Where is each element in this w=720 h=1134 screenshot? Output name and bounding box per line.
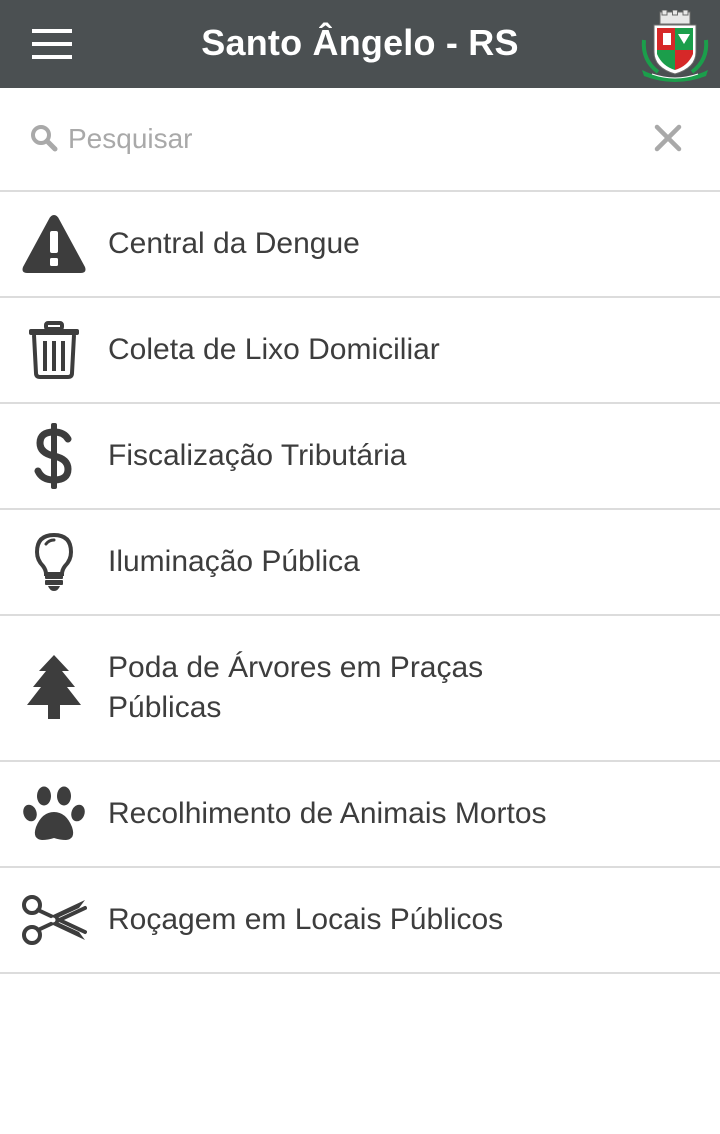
dollar-sign-icon: [18, 420, 90, 492]
list-item-central-da-dengue[interactable]: Central da Dengue: [0, 192, 720, 298]
app-screen: Santo Ângelo - RS Pesquisar Central da D…: [0, 0, 720, 1134]
list-item-fiscalizacao-tributaria[interactable]: Fiscalização Tributária: [0, 404, 720, 510]
trash-can-icon: [18, 314, 90, 386]
list-item-label: Recolhimento de Animais Mortos: [108, 797, 547, 830]
list-item-label: Coleta de Lixo Domiciliar: [108, 333, 440, 366]
list-item-label: Central da Dengue: [108, 227, 360, 260]
menu-button[interactable]: [22, 20, 82, 68]
lightbulb-icon: [18, 526, 90, 598]
search-input[interactable]: [68, 116, 608, 162]
app-header: Santo Ângelo - RS: [0, 0, 720, 88]
list-item-poda-de-arvores[interactable]: Poda de Árvores em Praças Públicas: [0, 616, 720, 762]
page-title: Santo Ângelo - RS: [201, 22, 519, 63]
close-icon[interactable]: [648, 118, 688, 158]
tree-icon: [18, 652, 90, 724]
list-item-label: Poda de Árvores em Praças Públicas: [108, 651, 484, 724]
list-item-coleta-de-lixo[interactable]: Coleta de Lixo Domiciliar: [0, 298, 720, 404]
list-item-iluminacao-publica[interactable]: Iluminação Pública: [0, 510, 720, 616]
services-list: Central da Dengue Coleta de Lixo Domicil…: [0, 192, 720, 974]
warning-triangle-icon: [18, 208, 90, 280]
list-item-recolhimento-de-animais[interactable]: Recolhimento de Animais Mortos: [0, 762, 720, 868]
paw-icon: [18, 778, 90, 850]
search-bar: [0, 88, 720, 192]
list-item-label: Iluminação Pública: [108, 545, 360, 578]
list-item-label: Fiscalização Tributária: [108, 439, 407, 472]
scissors-icon: [18, 884, 90, 956]
search-icon: [31, 125, 58, 152]
list-item-rocagem[interactable]: Roçagem em Locais Públicos: [0, 868, 720, 974]
coat-of-arms-icon: [641, 10, 709, 82]
hamburger-menu-icon: [32, 29, 72, 59]
list-item-label: Roçagem em Locais Públicos: [108, 903, 504, 936]
